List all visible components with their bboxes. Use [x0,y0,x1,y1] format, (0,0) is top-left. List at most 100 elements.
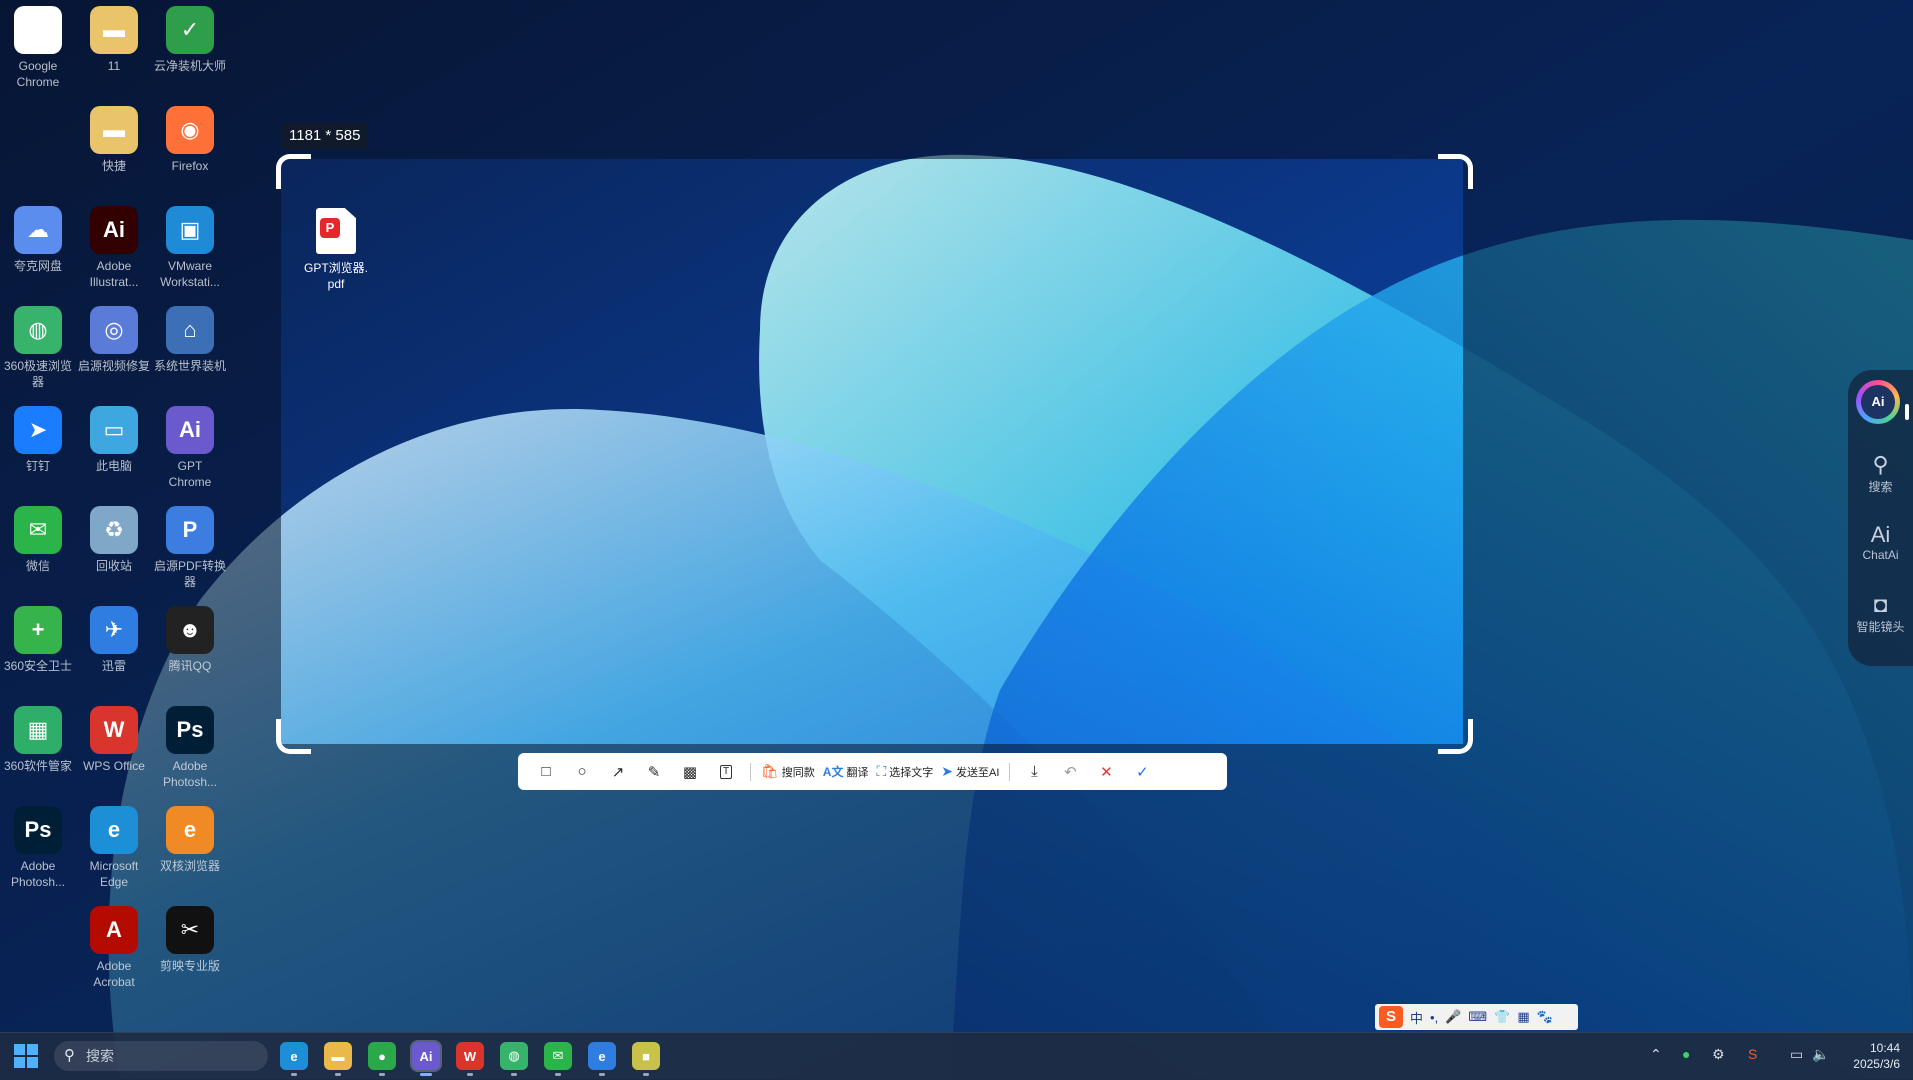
desktop-icon[interactable]: ▬ 11 [76,0,152,74]
desktop-icon-label: 系统世界装机 [153,359,226,373]
download-button[interactable]: ⤓ [1020,759,1048,785]
ime-mode-chinese[interactable]: 中 [1410,1008,1423,1027]
selection-size-badge: 1181 * 585 [281,123,369,149]
taskbar-chrome-icon[interactable]: ● [368,1042,396,1076]
desktop-icon[interactable]: W WPS Office [76,700,152,774]
desktop-icon[interactable]: Ps Adobe Photosh... [152,700,228,790]
app-icon: P [166,506,214,554]
app-icon: Ps [14,806,62,854]
tray-overflow-chevron-icon[interactable]: ⌃ [1650,1046,1662,1063]
tray-ime-icon[interactable]: ⚙ [1712,1046,1725,1063]
taskbar-app-icon[interactable]: ■ [632,1042,660,1076]
select-text-icon: ⛶ [876,763,887,779]
desktop-icon[interactable]: A Adobe Acrobat [76,900,152,990]
desktop-icon[interactable]: P 启源PDF转换 器 [152,500,228,590]
desktop-icon[interactable]: e Microsoft Edge [76,800,152,890]
tray-360-icon[interactable]: ● [1682,1046,1690,1062]
tray-volume-icon[interactable]: 🔈 [1812,1046,1829,1063]
taskbar-file-explorer-icon[interactable]: ▬ [324,1042,352,1076]
side-chatai-button[interactable]: Ai ChatAi [1848,522,1913,562]
desktop-file-pdf[interactable]: P GPT浏览器. pdf [297,208,375,292]
desktop-icon[interactable]: ▦ 360软件管家 [0,700,76,774]
app-icon: ➤ [14,406,62,454]
desktop-icon[interactable]: ▬ 快捷 [76,100,152,174]
pen-tool-button[interactable]: ✎ [640,759,668,785]
screenshot-selection[interactable] [281,159,1463,744]
taskbar-edge-icon[interactable]: e [280,1042,308,1076]
send-to-ai-button[interactable]: ➤ 发送至AI [941,759,999,785]
text-tool-button[interactable]: T [712,759,740,785]
desktop-icon[interactable]: ● Google Chrome [0,0,76,90]
desktop-icon-label: VMware Workstati... [160,259,220,289]
side-smart-lens-button[interactable]: ◘ 智能镜头 [1848,592,1913,635]
side-search-button[interactable]: ⚲ 搜索 [1848,452,1913,495]
skin-icon[interactable]: 👕 [1494,1009,1510,1025]
desktop-icon[interactable]: ✈ 迅雷 [76,600,152,674]
side-search-label: 搜索 [1868,480,1893,494]
desktop-icon-label: 迅雷 [101,659,126,673]
ime-toolbar: S 中 •, 🎤 ⌨ 👕 ▦ 🐾 [1375,1004,1578,1030]
desktop-icon-label: WPS Office [83,759,145,773]
desktop-icon[interactable]: ▣ VMware Workstati... [152,200,228,290]
taskbar-clock[interactable]: 10:44 2025/3/6 [1840,1040,1900,1072]
confirm-button[interactable]: ✓ [1128,759,1156,785]
cancel-button[interactable]: ✕ [1092,759,1120,785]
desktop-icon[interactable]: ✓ 云净装机大师 [152,0,228,74]
desktop-icon[interactable]: e 双核浏览器 [152,800,228,874]
chatai-icon: Ai [1870,522,1891,547]
taskbar-search-box[interactable]: ⚲ 搜索 [54,1041,268,1071]
sogou-ime-logo[interactable]: S [1379,1006,1403,1028]
desktop-icon[interactable]: ◉ Firefox [152,100,228,174]
ellipse-tool-button[interactable]: ○ [568,759,596,785]
desktop-icon[interactable]: ✂ 剪映专业版 [152,900,228,974]
taskbar-wps-icon[interactable]: W [456,1042,484,1076]
app-icon: ◎ [90,306,138,354]
resize-handle-top-left[interactable] [276,154,311,189]
resize-handle-bottom-left[interactable] [276,719,311,754]
select-text-label: 选择文字 [889,766,934,779]
tray-sogou-icon[interactable]: S [1748,1046,1757,1062]
taskbar-browser-icon[interactable]: e [588,1042,616,1076]
desktop-icon[interactable]: ◎ 启源视频修复 [76,300,152,374]
desktop-icon[interactable]: ☻ 腾讯QQ [152,600,228,674]
desktop-icon[interactable]: ⌂ 系统世界装机 [152,300,228,374]
desktop-icon-label: 云净装机大师 [153,59,226,73]
taskbar-360-browser-icon[interactable]: ◍ [500,1042,528,1076]
rectangle-tool-button[interactable]: □ [532,759,560,785]
select-text-button[interactable]: ⛶ 选择文字 [876,759,933,785]
desktop-icon[interactable]: +360安全卫士 [0,600,76,674]
ai-assistant-button[interactable]: Ai [1856,380,1900,424]
resize-handle-bottom-right[interactable] [1438,719,1473,754]
desktop-icon[interactable]: ♻ 回收站 [76,500,152,574]
ellipse-icon: ○ [577,763,587,780]
desktop-icon[interactable]: ▭ 此电脑 [76,400,152,474]
app-icon: e [166,806,214,854]
windows-start-button[interactable] [14,1044,38,1068]
taskbar-gpt-chrome-icon[interactable]: Ai [410,1040,442,1076]
desktop-icon[interactable]: Ps Adobe Photosh... [0,800,76,890]
mascot-icon[interactable]: 🐾 [1537,1009,1553,1025]
search-same-label: 搜同款 [781,766,815,779]
desktop-icon[interactable]: ☁ 夸克网盘 [0,200,76,274]
side-panel-drag-handle[interactable] [1905,404,1909,420]
desktop-icon[interactable]: Ai Adobe Illustrat... [76,200,152,290]
desktop-icon[interactable]: ✉ 微信 [0,500,76,574]
microphone-icon[interactable]: 🎤 [1445,1009,1461,1025]
translate-button[interactable]: A文 翻译 [823,759,869,785]
mosaic-tool-button[interactable]: ▩ [676,759,704,785]
toolbox-icon[interactable]: ▦ [1517,1009,1529,1025]
desktop-icon-label: 启源视频修复 [77,359,150,373]
undo-button[interactable]: ↶ [1056,759,1084,785]
tray-network-icon[interactable]: ▭ [1790,1046,1803,1063]
search-same-button[interactable]: 🛍 搜同款 [761,759,815,785]
resize-handle-top-right[interactable] [1438,154,1473,189]
desktop-icon[interactable]: Ai GPT Chrome [152,400,228,490]
desktop-icon[interactable]: ➤ 钉钉 [0,400,76,474]
arrow-icon: ↗ [611,763,625,781]
taskbar-wechat-icon[interactable]: ✉ [544,1042,572,1076]
desktop-icon[interactable]: ◍ 360极速浏览 器 [0,300,76,390]
keyboard-icon[interactable]: ⌨ [1468,1009,1487,1025]
ime-punctuation-icon[interactable]: •, [1430,1010,1438,1025]
arrow-tool-button[interactable]: ↗ [604,759,632,785]
app-icon: ✈ [90,606,138,654]
